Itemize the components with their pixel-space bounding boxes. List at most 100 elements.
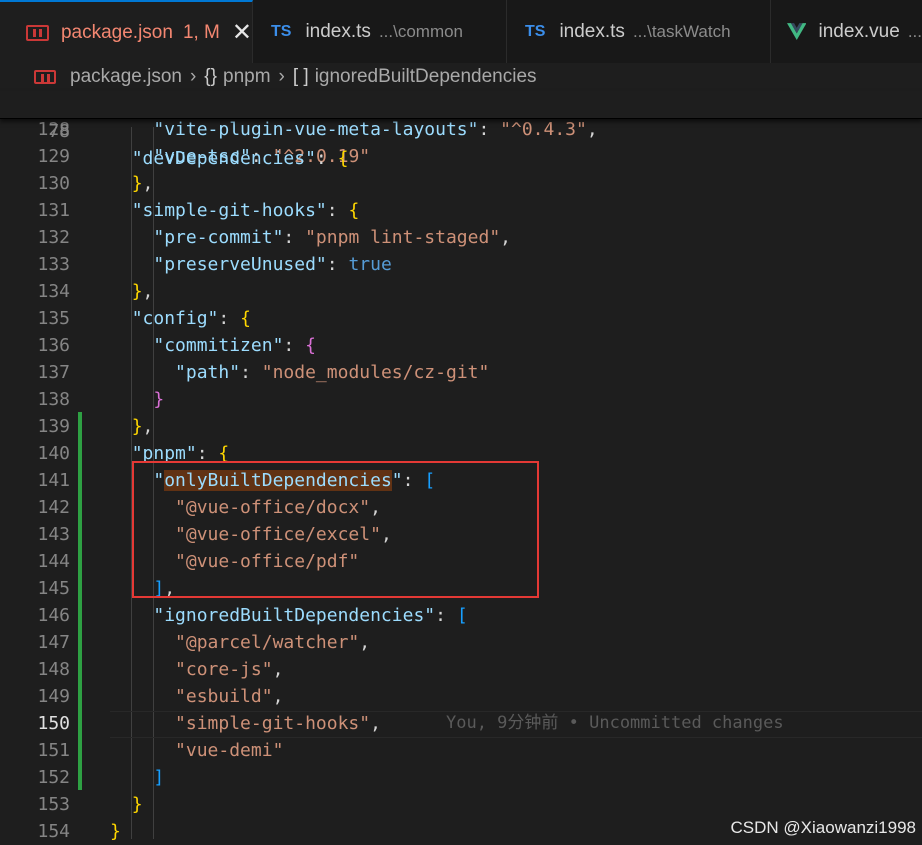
code-line[interactable]: 152 ] — [0, 764, 922, 791]
tab-index-ts-taskwatch[interactable]: TS index.ts ...\taskWatch — [507, 0, 771, 63]
code-token: "simple-git-hooks" — [131, 200, 327, 221]
code-text: "core-js", — [110, 656, 283, 683]
code-text: "pre-commit": "pnpm lint-staged", — [110, 224, 511, 251]
code-line[interactable]: 151 "vue-demi" — [0, 737, 922, 764]
code-token: "pre-commit" — [153, 227, 284, 248]
tab-dir: ...\common — [378, 21, 464, 41]
line-number: 142 — [37, 497, 70, 518]
code-line[interactable]: 146 "ignoredBuiltDependencies": [ — [0, 602, 922, 629]
code-line[interactable]: 128 "vite-plugin-vue-meta-layouts": "^0.… — [0, 116, 922, 143]
code-token: , — [272, 659, 284, 680]
breadcrumb-pnpm[interactable]: pnpm — [223, 66, 271, 88]
code-token: , — [272, 686, 284, 707]
git-blame-annotation: You, 9分钟前 • Uncommitted changes — [446, 713, 784, 733]
code-token: : — [326, 200, 349, 221]
line-number: 138 — [37, 389, 70, 410]
code-token: } — [131, 794, 143, 815]
code-line[interactable]: 137 "path": "node_modules/cz-git" — [0, 359, 922, 386]
code-token: } — [131, 281, 143, 302]
code-token: [ — [456, 605, 468, 626]
tab-label: package.json — [60, 21, 173, 43]
code-token: : — [240, 362, 262, 383]
code-line[interactable]: 131 "simple-git-hooks": { — [0, 197, 922, 224]
breadcrumb-ignored-built-dependencies[interactable]: ignoredBuiltDependencies — [315, 66, 537, 88]
sticky-scroll-header[interactable]: 78 "devDependencies": { — [0, 91, 922, 169]
code-token: : — [283, 227, 306, 248]
code-token: "^0.4.3" — [500, 119, 587, 140]
code-line[interactable]: 138 } — [0, 386, 922, 413]
code-line[interactable]: 136 "commitizen": { — [0, 332, 922, 359]
code-line[interactable]: 148 "core-js", — [0, 656, 922, 683]
breadcrumb: package.json › {} pnpm › [ ] ignoredBuil… — [0, 63, 922, 91]
tab-index-vue[interactable]: index.vue ... — [771, 0, 922, 63]
code-line[interactable]: 139 }, — [0, 413, 922, 440]
tab-index-ts-common[interactable]: TS index.ts ...\common — [253, 0, 507, 63]
line-number: 131 — [37, 200, 70, 221]
array-icon: [ ] — [292, 66, 309, 87]
code-token: , — [142, 173, 154, 194]
editor-tab-bar: package.json 1, M ✕ TS index.ts ...\comm… — [0, 0, 922, 64]
code-token: "vite-plugin-vue-meta-layouts" — [153, 119, 479, 140]
code-token: } — [110, 821, 121, 842]
vue-icon — [787, 22, 807, 40]
line-number: 132 — [37, 227, 70, 248]
line-number: 78 — [48, 121, 70, 142]
code-text: "simple-git-hooks": { — [110, 197, 360, 224]
code-text: "@parcel/watcher", — [110, 629, 370, 656]
code-line[interactable]: 132 "pre-commit": "pnpm lint-staged", — [0, 224, 922, 251]
code-line[interactable]: 134 }, — [0, 278, 922, 305]
code-token: , — [359, 632, 371, 653]
chevron-right-icon: › — [278, 66, 285, 87]
code-text: "ignoredBuiltDependencies": [ — [110, 602, 468, 629]
code-line[interactable]: 147 "@parcel/watcher", — [0, 629, 922, 656]
code-text: }, — [110, 413, 154, 440]
code-text: "preserveUnused": true — [110, 251, 391, 278]
chevron-right-icon: › — [189, 66, 197, 87]
code-text: }, — [110, 278, 154, 305]
line-number: 137 — [37, 362, 70, 383]
code-text: } — [110, 818, 121, 845]
line-number: 144 — [37, 551, 70, 572]
tab-package-json[interactable]: package.json 1, M ✕ — [0, 0, 253, 63]
breadcrumb-file[interactable]: package.json — [70, 66, 182, 88]
close-icon[interactable]: ✕ — [232, 18, 252, 47]
tab-status: 1, M — [182, 21, 220, 43]
code-text: "esbuild", — [110, 683, 283, 710]
code-line[interactable]: 130 }, — [0, 170, 922, 197]
code-token: } — [131, 416, 143, 437]
code-line[interactable]: 133 "preserveUnused": true — [0, 251, 922, 278]
code-text: "simple-git-hooks", — [110, 710, 381, 737]
code-token: "simple-git-hooks" — [175, 713, 371, 734]
npm-package-icon — [34, 70, 56, 84]
line-number: 133 — [37, 254, 70, 275]
line-number: 143 — [37, 524, 70, 545]
typescript-icon: TS — [525, 22, 546, 40]
line-number: 136 — [37, 335, 70, 356]
code-line[interactable]: 153 } — [0, 791, 922, 818]
code-line[interactable]: 150 "simple-git-hooks", You, 9分钟前 • Uncom… — [0, 710, 922, 737]
typescript-icon: TS — [271, 22, 292, 40]
code-text: } — [110, 791, 143, 818]
code-line[interactable]: 135 "config": { — [0, 305, 922, 332]
code-line[interactable]: 149 "esbuild", — [0, 683, 922, 710]
line-number: 141 — [37, 470, 70, 491]
line-number: 140 — [37, 443, 70, 464]
tab-dir: ...\taskWatch — [632, 21, 731, 41]
code-text: "vue-demi" — [110, 737, 283, 764]
annotation-highlight-box — [132, 461, 539, 598]
code-text: "vite-plugin-vue-meta-layouts": "^0.4.3"… — [110, 116, 597, 143]
code-token: : — [435, 605, 457, 626]
